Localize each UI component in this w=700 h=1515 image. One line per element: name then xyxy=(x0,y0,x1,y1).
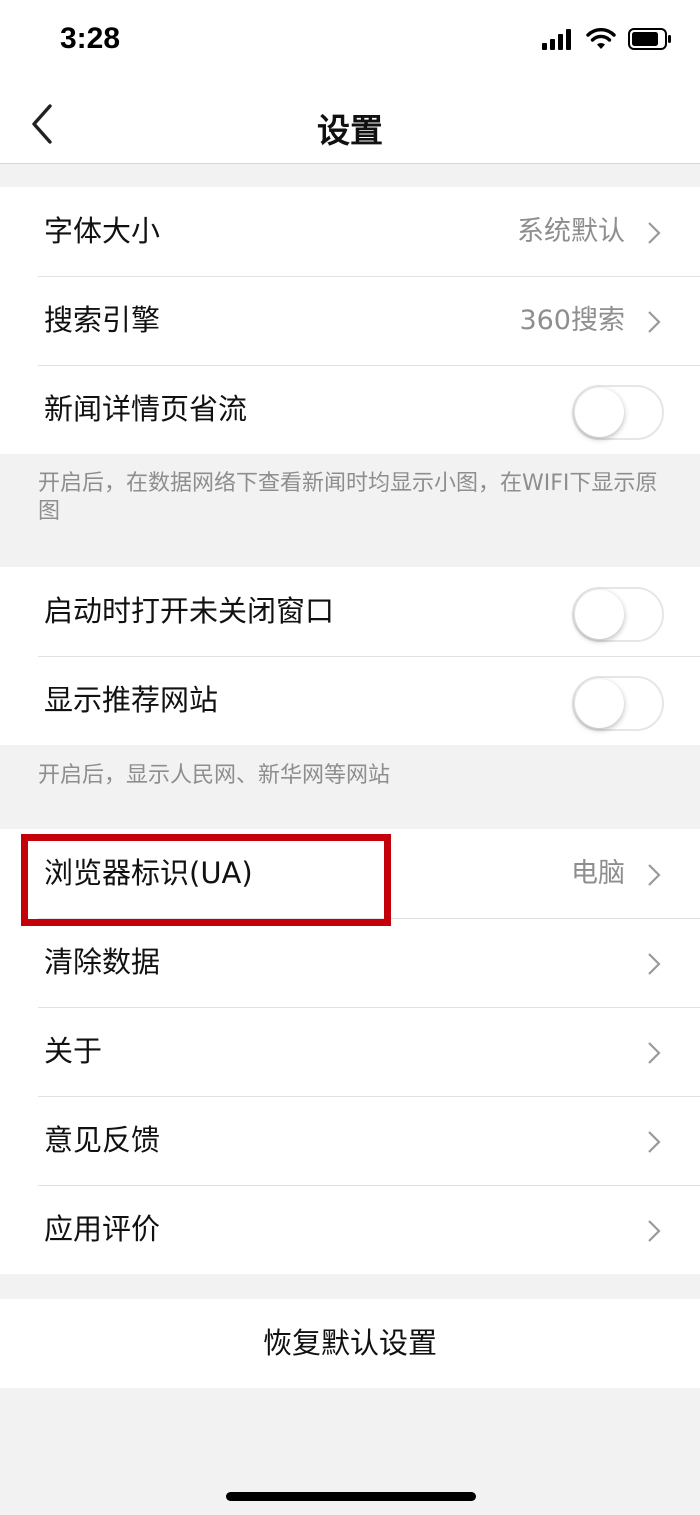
chevron-right-icon xyxy=(648,1131,661,1153)
recommended-sites-note: 开启后，显示人民网、新华网等网站 xyxy=(38,763,391,788)
user-agent-value: 电脑 xyxy=(571,858,625,889)
chevron-right-icon xyxy=(648,1042,661,1064)
restore-windows-row: 启动时打开未关闭窗口 xyxy=(0,567,700,656)
search-engine-value: 360搜索 xyxy=(519,305,625,336)
recommended-sites-label: 显示推荐网站 xyxy=(44,683,219,717)
data-saver-row: 新闻详情页省流 xyxy=(0,365,700,454)
status-time: 3:28 xyxy=(60,22,121,55)
chevron-right-icon xyxy=(648,222,661,244)
wifi-icon xyxy=(586,28,616,49)
clear-data-label: 清除数据 xyxy=(44,945,161,979)
search-engine-row[interactable]: 搜索引擎 360搜索 xyxy=(0,276,700,365)
reset-defaults-button[interactable]: 恢复默认设置 xyxy=(0,1299,700,1388)
restore-windows-label: 启动时打开未关闭窗口 xyxy=(44,594,335,628)
font-size-value: 系统默认 xyxy=(517,216,625,247)
chevron-right-icon xyxy=(648,311,661,333)
about-row[interactable]: 关于 xyxy=(0,1007,700,1096)
user-agent-row[interactable]: 浏览器标识(UA) 电脑 xyxy=(0,829,700,918)
search-engine-label: 搜索引擎 xyxy=(44,303,161,337)
chevron-right-icon xyxy=(648,953,661,975)
feedback-label: 意见反馈 xyxy=(44,1123,161,1157)
status-bar: 3:28 xyxy=(0,0,700,88)
navigation-bar: 设置 xyxy=(0,88,700,164)
recommended-sites-row: 显示推荐网站 xyxy=(0,656,700,745)
cellular-signal-icon xyxy=(542,29,571,50)
chevron-right-icon xyxy=(648,1220,661,1242)
rate-app-label: 应用评价 xyxy=(44,1212,161,1246)
data-saver-toggle[interactable] xyxy=(572,385,664,440)
font-size-label: 字体大小 xyxy=(44,214,161,248)
toggle-knob xyxy=(575,679,624,728)
about-label: 关于 xyxy=(44,1034,103,1068)
toggle-knob xyxy=(575,388,624,437)
settings-group-startup: 启动时打开未关闭窗口 显示推荐网站 xyxy=(0,567,700,745)
home-indicator[interactable] xyxy=(226,1492,476,1501)
recommended-sites-toggle[interactable] xyxy=(572,676,664,731)
feedback-row[interactable]: 意见反馈 xyxy=(0,1096,700,1185)
data-saver-note: 开启后，在数据网络下查看新闻时均显示小图，在WIFI下显示原图 xyxy=(38,471,658,524)
restore-windows-toggle[interactable] xyxy=(572,587,664,642)
chevron-right-icon xyxy=(648,864,661,886)
settings-group-general: 浏览器标识(UA) 电脑 清除数据 关于 意见反馈 应用评价 xyxy=(0,829,700,1274)
user-agent-label: 浏览器标识(UA) xyxy=(44,856,253,890)
status-icons xyxy=(542,28,672,50)
font-size-row[interactable]: 字体大小 系统默认 xyxy=(0,187,700,276)
settings-group-display: 字体大小 系统默认 搜索引擎 360搜索 新闻详情页省流 xyxy=(0,187,700,454)
toggle-knob xyxy=(575,590,624,639)
data-saver-label: 新闻详情页省流 xyxy=(44,392,248,426)
page-title: 设置 xyxy=(317,111,383,150)
rate-app-row[interactable]: 应用评价 xyxy=(0,1185,700,1274)
battery-icon xyxy=(628,28,671,50)
clear-data-row[interactable]: 清除数据 xyxy=(0,918,700,1007)
